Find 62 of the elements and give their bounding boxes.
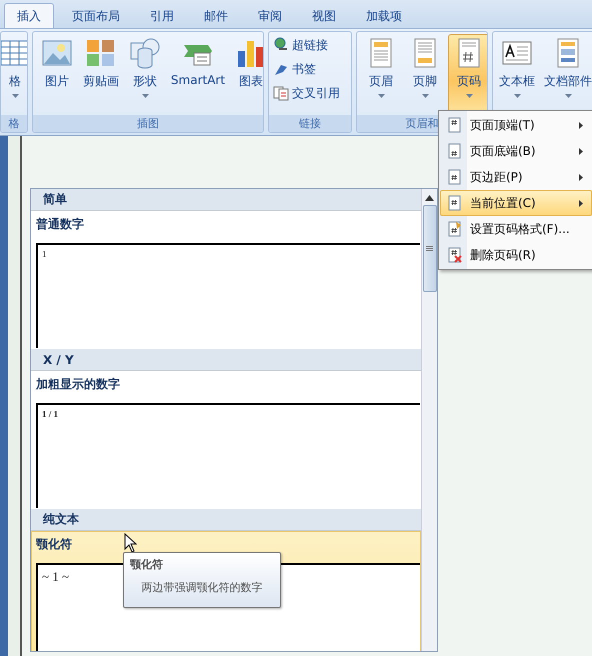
caret-icon: [422, 94, 428, 98]
clipart-icon: [85, 37, 117, 69]
page-number-icon: [446, 195, 462, 211]
page-number-icon: [446, 143, 462, 159]
caret-icon: [466, 94, 472, 98]
mouse-pointer-icon: [124, 533, 137, 553]
gallery-section-header: 简单: [31, 189, 421, 211]
ribbon-tab[interactable]: 审阅: [246, 4, 294, 28]
ribbon-button[interactable]: 文本框: [496, 34, 538, 113]
ribbon-button[interactable]: 页码: [448, 34, 487, 113]
tooltip-description: 两边带强调颚化符的数字: [142, 580, 262, 595]
group-label: 格: [1, 115, 27, 132]
scrollbar[interactable]: [421, 189, 437, 651]
ribbon-button[interactable]: 书签: [272, 58, 348, 80]
gallery-section-header: 纯文本: [31, 509, 421, 531]
scroll-up-icon[interactable]: [425, 195, 434, 201]
page-number-format-icon: [446, 221, 462, 237]
ribbon-button[interactable]: 页眉: [360, 34, 402, 113]
ribbon-button[interactable]: 剪贴画: [80, 34, 122, 113]
ribbon-tab[interactable]: 邮件: [192, 4, 240, 28]
page-number-preview: ~ 1 ~: [42, 569, 70, 585]
submenu-arrow-icon: [579, 200, 583, 206]
group-label: 插图: [33, 115, 263, 132]
gallery-section-header: X / Y: [31, 349, 421, 371]
caret-icon: [378, 94, 384, 98]
ribbon-button[interactable]: 超链接: [272, 34, 348, 56]
ribbon-button[interactable]: 交叉引用: [272, 82, 348, 104]
page-number-preview: 1: [42, 249, 46, 259]
ribbon-button[interactable]: 图片: [36, 34, 78, 113]
ribbon-button[interactable]: 图表: [230, 34, 263, 113]
menu-item[interactable]: 删除页码(R): [440, 242, 592, 268]
caret-icon: [12, 94, 18, 98]
menu-item[interactable]: 当前位置(C): [440, 190, 592, 216]
page-number-icon: [446, 117, 462, 133]
ribbon-tab[interactable]: 视图: [300, 4, 348, 28]
submenu-arrow-icon: [579, 148, 583, 154]
page-number-preview: 1 / 1: [42, 409, 58, 419]
cross-reference-icon: [273, 85, 289, 101]
delete-page-number-icon: [446, 247, 462, 263]
page-number-icon: [446, 169, 462, 185]
submenu-arrow-icon: [579, 174, 583, 180]
scroll-thumb[interactable]: [422, 205, 436, 292]
ribbon-tab[interactable]: 插入: [4, 3, 54, 28]
ribbon-tab[interactable]: 页面布局: [60, 4, 132, 28]
menu-item[interactable]: 设置页码格式(F)...: [440, 216, 592, 242]
ribbon-button[interactable]: SmartArt: [168, 34, 228, 113]
submenu-arrow-icon: [579, 122, 583, 128]
globe-link-icon: [273, 37, 289, 53]
ribbon-button[interactable]: 格: [4, 34, 26, 113]
ribbon-button[interactable]: 页脚: [404, 34, 446, 113]
caret-icon: [564, 94, 572, 98]
tooltip-title: 颚化符: [130, 557, 163, 572]
caret-icon: [514, 94, 520, 98]
menu-item[interactable]: 页面底端(B): [440, 138, 592, 164]
group-label: 链接: [269, 115, 351, 132]
ribbon-button[interactable]: 形状: [124, 34, 166, 113]
caret-icon: [142, 94, 148, 98]
ribbon-tab[interactable]: 引用: [138, 4, 186, 28]
ribbon-tab[interactable]: 加载项: [354, 4, 414, 28]
menu-item[interactable]: 页边距(P): [440, 164, 592, 190]
ribbon-button[interactable]: 文档部件: [540, 34, 592, 113]
shapes-icon: [129, 37, 161, 69]
